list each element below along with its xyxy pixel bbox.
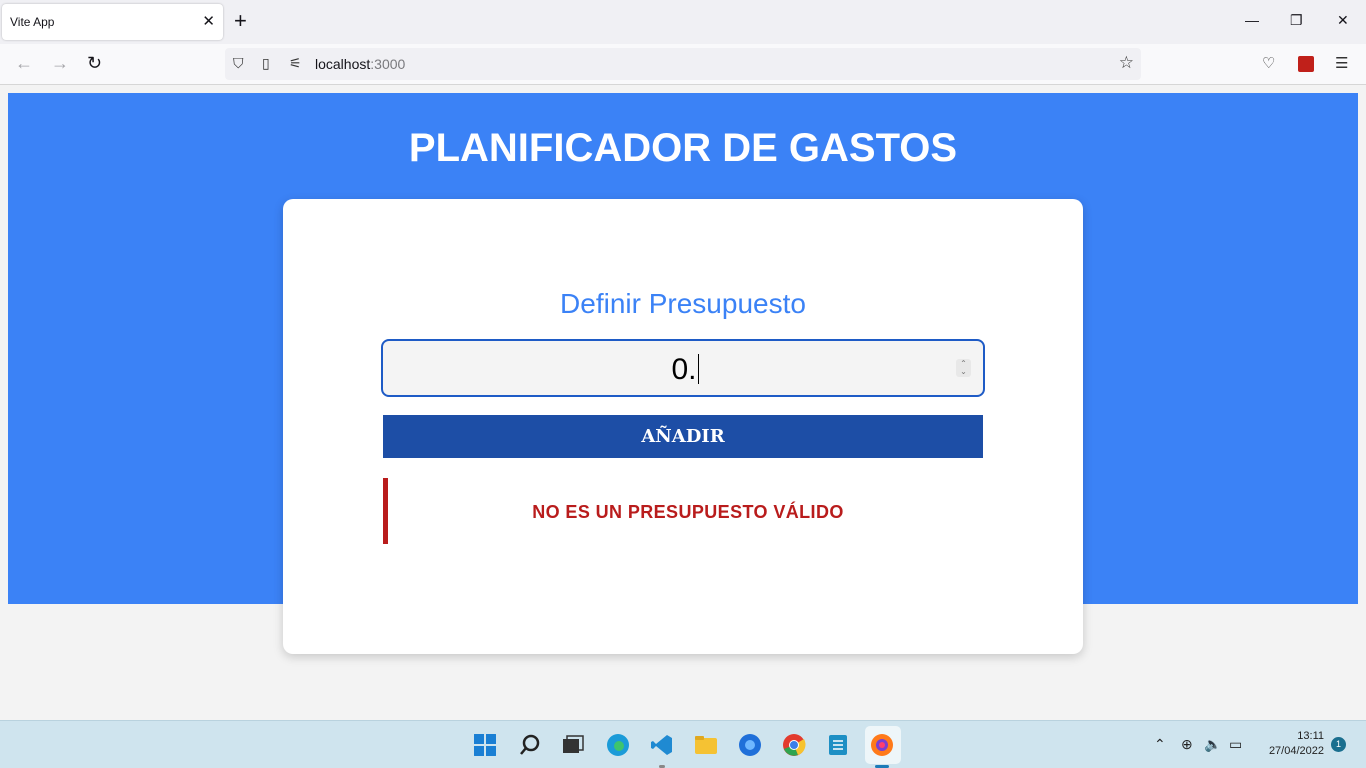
firefox-dev-icon[interactable]	[738, 733, 762, 757]
error-message: NO ES UN PRESUPUESTO VÁLIDO	[532, 502, 844, 522]
reload-icon[interactable]: ↻	[87, 53, 102, 73]
notification-badge[interactable]: 1	[1331, 737, 1346, 752]
tab-title: Vite App	[10, 15, 55, 29]
back-icon[interactable]: ←	[15, 53, 33, 73]
vscode-icon[interactable]	[650, 733, 674, 757]
minimize-icon[interactable]: —	[1245, 12, 1259, 28]
text-caret	[697, 354, 699, 384]
bookmark-star-icon[interactable]: ☆	[1119, 53, 1134, 73]
clock-date: 27/04/2022	[1268, 745, 1324, 757]
language-icon[interactable]: ⊕	[1181, 736, 1193, 753]
chrome-icon[interactable]	[782, 733, 806, 757]
pocket-icon[interactable]: ♡	[1262, 54, 1275, 72]
error-alert: NO ES UN PRESUPUESTO VÁLIDO	[383, 478, 983, 544]
extension-icon[interactable]	[1298, 56, 1314, 72]
url-host: localhost	[315, 56, 371, 72]
nav-bar: ← → ↻ ⛉ ▯ ⚟ localhost:3000 ☆ ♡ ☰	[0, 44, 1366, 85]
task-view-icon[interactable]	[561, 733, 585, 757]
url-text[interactable]: localhost:3000	[315, 56, 405, 72]
close-window-icon[interactable]: ✕	[1337, 12, 1349, 29]
add-button[interactable]: AÑADIR	[383, 415, 983, 458]
url-port: :3000	[370, 56, 406, 72]
show-hidden-icons-icon[interactable]: ⌃	[1154, 736, 1166, 753]
tab-bar: Vite App ✕ + — ❐ ✕	[0, 0, 1366, 44]
budget-card: Definir Presupuesto 0. ⌃ ⌄ AÑADIR NO ES U…	[283, 199, 1083, 654]
notepad-icon[interactable]	[826, 733, 850, 757]
battery-icon[interactable]: ▭	[1229, 736, 1242, 753]
edge-icon[interactable]	[606, 733, 630, 757]
clock-time: 13:11	[1297, 730, 1324, 742]
firefox-icon[interactable]	[870, 733, 894, 757]
browser-tab[interactable]: Vite App ✕	[2, 4, 223, 40]
restore-icon[interactable]: ❐	[1290, 12, 1303, 29]
budget-input-value: 0.	[383, 353, 987, 387]
start-icon[interactable]	[473, 733, 497, 757]
clock[interactable]: 13:11 27/04/2022	[1258, 729, 1324, 759]
permissions-icon[interactable]: ⚟	[289, 55, 302, 72]
input-value-text: 0.	[671, 353, 697, 386]
budget-input[interactable]: 0. ⌃ ⌄	[381, 339, 985, 397]
close-tab-icon[interactable]: ✕	[202, 12, 215, 30]
taskbar: ⌃ ⊕ 🔈 ▭ 13:11 27/04/2022 1	[0, 720, 1366, 768]
menu-icon[interactable]: ☰	[1335, 54, 1348, 72]
file-explorer-icon[interactable]	[694, 733, 718, 757]
budget-label: Definir Presupuesto	[560, 288, 806, 319]
search-icon[interactable]	[518, 733, 542, 757]
shield-icon[interactable]: ⛉	[233, 55, 244, 72]
volume-icon[interactable]: 🔈	[1204, 736, 1221, 753]
number-spinner[interactable]: ⌃ ⌄	[956, 359, 971, 377]
new-tab-icon[interactable]: +	[234, 10, 247, 32]
page-icon[interactable]: ▯	[262, 55, 270, 72]
page-title: PLANIFICADOR DE GASTOS	[408, 126, 958, 170]
address-bar[interactable]: ⛉ ▯ ⚟ localhost:3000 ☆	[225, 48, 1141, 80]
forward-icon[interactable]: →	[51, 53, 69, 73]
